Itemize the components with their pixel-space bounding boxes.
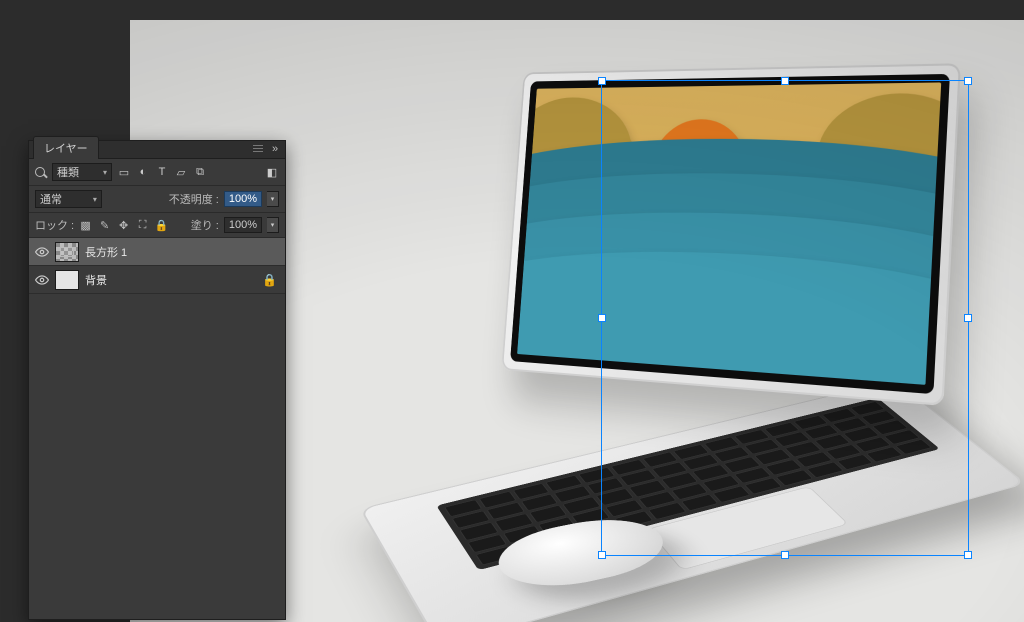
layer-filter-kind-label: 種類	[57, 164, 79, 180]
blend-mode-value: 通常	[40, 191, 62, 207]
laptop-base	[359, 380, 1024, 622]
art-wave	[517, 243, 941, 385]
smartobject-filter-icon[interactable]: ⧉	[193, 165, 207, 179]
art-wave	[517, 207, 941, 385]
lock-artboard-icon[interactable]: ⛶	[136, 219, 149, 232]
fill-stepper[interactable]: ▾	[267, 217, 279, 233]
laptop-screen	[501, 63, 961, 406]
blend-opacity-row: 通常 ▾ 不透明度 : 100% ▾	[29, 186, 285, 213]
chevron-down-icon: ▾	[93, 195, 97, 204]
laptop-keyboard	[436, 398, 940, 570]
art-wave	[517, 170, 941, 375]
shape-filter-icon[interactable]: ▱	[174, 165, 188, 179]
panel-tabbar: レイヤー »	[29, 141, 285, 159]
art-wave	[517, 139, 941, 337]
image-filter-icon[interactable]: ▭	[117, 165, 131, 179]
opacity-stepper[interactable]: ▾	[267, 191, 279, 207]
filter-toggle-icon[interactable]: ◧	[265, 165, 279, 179]
lock-position-icon[interactable]: ✥	[117, 219, 130, 232]
fill-label: 塗り :	[191, 217, 219, 233]
lock-icon[interactable]: 🔒	[262, 273, 277, 287]
lock-fill-row: ロック : ▩ ✎ ✥ ⛶ 🔒 塗り : 100% ▾	[29, 213, 285, 238]
art-sun	[646, 119, 752, 229]
lock-buttons: ▩ ✎ ✥ ⛶ 🔒	[79, 219, 168, 232]
screen-artwork	[517, 83, 941, 385]
blend-mode-select[interactable]: 通常 ▾	[35, 190, 102, 208]
panel-menu-icon[interactable]: »	[269, 143, 281, 155]
tab-label: レイヤー	[44, 143, 88, 155]
opacity-input[interactable]: 100%	[224, 191, 262, 207]
layers-panel[interactable]: レイヤー » 種類 ▾ ▭ ◐ T ▱ ⧉ ◧ 通常 ▾ 不透明度 : 100%…	[28, 140, 286, 620]
mouse-mockup	[487, 510, 681, 598]
panel-grip-icon[interactable]	[253, 145, 263, 153]
visibility-toggle-icon[interactable]	[35, 245, 49, 259]
lock-transparent-icon[interactable]: ▩	[79, 219, 92, 232]
tab-layers[interactable]: レイヤー	[33, 136, 99, 159]
art-cloud-left	[517, 97, 635, 212]
layer-row-rect1[interactable]: 長方形 1	[29, 238, 285, 266]
opacity-label: 不透明度 :	[169, 191, 219, 207]
layer-row-bg[interactable]: 背景 🔒	[29, 266, 285, 294]
art-cloud-right	[814, 92, 942, 220]
lock-all-icon[interactable]: 🔒	[155, 219, 168, 232]
fill-input[interactable]: 100%	[224, 217, 262, 233]
layer-filter-row: 種類 ▾ ▭ ◐ T ▱ ⧉ ◧	[29, 159, 285, 186]
art-boat	[676, 228, 732, 250]
visibility-toggle-icon[interactable]	[35, 273, 49, 287]
type-filter-icon[interactable]: T	[155, 165, 169, 179]
layer-thumbnail[interactable]	[55, 270, 79, 290]
lock-label: ロック :	[35, 217, 74, 233]
layer-name[interactable]: 背景	[85, 272, 256, 288]
layer-name[interactable]: 長方形 1	[85, 244, 279, 260]
laptop-trackpad	[647, 486, 849, 570]
layer-thumbnail[interactable]	[55, 242, 79, 262]
search-icon	[35, 167, 45, 177]
laptop-mockup	[237, 91, 917, 611]
lock-pixels-icon[interactable]: ✎	[98, 219, 111, 232]
layer-filter-kind-select[interactable]: 種類 ▾	[52, 163, 112, 181]
chevron-down-icon: ▾	[103, 168, 107, 177]
adjustment-filter-icon[interactable]: ◐	[136, 165, 150, 179]
